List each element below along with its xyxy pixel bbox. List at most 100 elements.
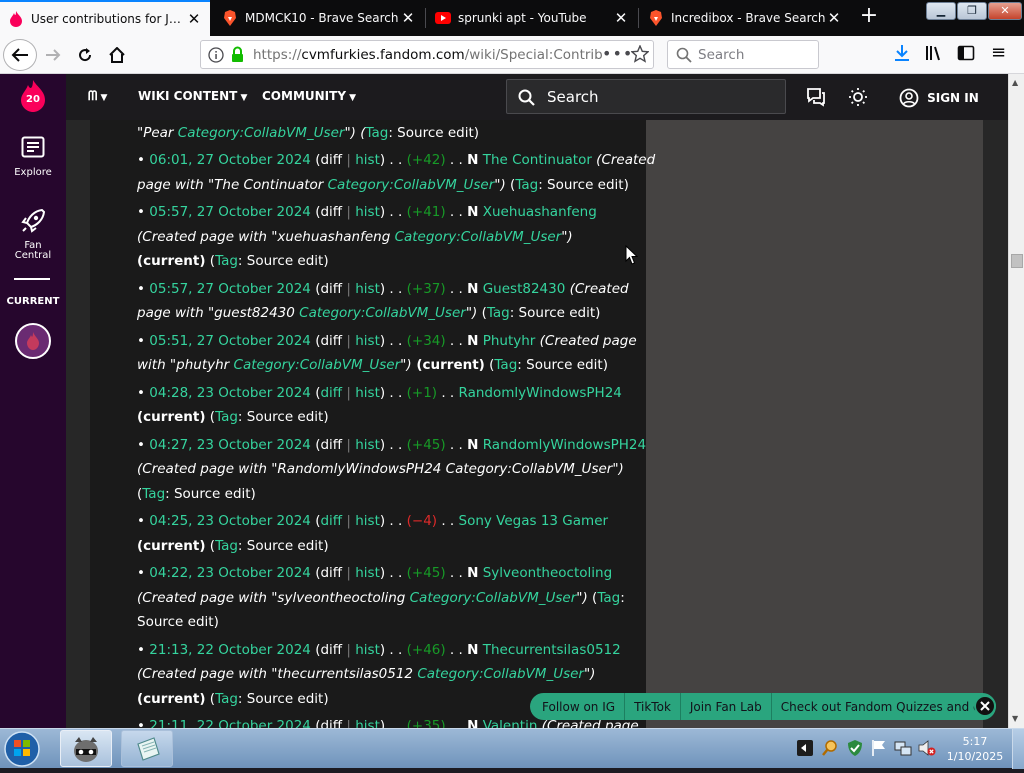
category-link[interactable]: Category:CollabVM_User <box>395 229 562 245</box>
link[interactable]: hist <box>355 437 380 453</box>
link[interactable]: Sylveontheoctoling <box>478 565 612 581</box>
link[interactable]: hist <box>355 204 380 220</box>
link[interactable]: RandomlyWindowsPH24 <box>459 385 622 401</box>
link[interactable]: Tag <box>515 177 538 193</box>
tray-clock[interactable]: 5:17 1/10/2025 <box>945 734 1005 764</box>
category-link[interactable]: Category:CollabVM_User <box>299 305 466 321</box>
close-window-button[interactable]: ✕ <box>988 2 1022 20</box>
link[interactable]: Tag <box>215 409 238 425</box>
link[interactable]: RandomlyWindowsPH24 <box>478 437 646 453</box>
join-fan-lab-link[interactable]: Join Fan Lab <box>681 693 772 720</box>
tray-security-icon[interactable] <box>846 739 864 761</box>
link[interactable]: 05:57, 27 October 2024 <box>149 204 311 220</box>
home-button[interactable] <box>102 41 132 69</box>
browser-search-box[interactable]: Search <box>667 40 819 69</box>
link[interactable]: hist <box>355 513 380 529</box>
link[interactable]: 05:57, 27 October 2024 <box>149 281 311 297</box>
close-tab-icon[interactable]: ✕ <box>826 10 842 26</box>
close-tab-icon[interactable]: ✕ <box>400 10 416 26</box>
scroll-up-arrow-icon[interactable]: ▲ <box>1012 78 1018 87</box>
link[interactable]: Thecurrentsilas0512 <box>478 642 621 658</box>
link[interactable]: Tag <box>215 691 238 707</box>
library-icon[interactable] <box>925 44 943 66</box>
taskbar-notepad-app[interactable] <box>121 730 173 767</box>
fandom-search-box[interactable]: Search <box>506 79 786 114</box>
follow-ig-link[interactable]: Follow on IG <box>530 693 626 720</box>
link[interactable]: hist <box>355 333 380 349</box>
category-link[interactable]: Category:CollabVM_User <box>417 666 584 682</box>
link[interactable]: Tag <box>487 305 510 321</box>
scroll-down-arrow-icon[interactable]: ▼ <box>1012 714 1018 723</box>
bookmark-star-icon[interactable] <box>630 44 650 67</box>
link[interactable]: 05:51, 27 October 2024 <box>149 333 311 349</box>
community-menu[interactable]: COMMUNITY ▼ <box>262 89 356 103</box>
fan-central-button[interactable]: Fan Central <box>0 208 66 261</box>
taskbar-firefox-app[interactable] <box>60 730 112 767</box>
link[interactable]: Tag <box>597 590 620 606</box>
tray-volume-muted-icon[interactable] <box>918 739 936 761</box>
quizzes-link[interactable]: Check out Fandom Quizzes and cha <box>772 693 996 720</box>
back-button[interactable] <box>3 39 37 71</box>
tray-search-icon[interactable] <box>821 739 839 761</box>
tab-mdmck10[interactable]: MDMCK10 - Brave Search ✕ <box>214 0 424 36</box>
page-scrollbar[interactable]: ▲ ▼ <box>1008 74 1024 728</box>
start-button[interactable] <box>2 729 46 769</box>
link[interactable]: hist <box>355 385 380 401</box>
category-link[interactable]: Category:CollabVM_User <box>234 357 401 373</box>
link[interactable]: Tag <box>365 125 388 141</box>
discussions-icon[interactable] <box>806 87 826 111</box>
link[interactable]: 06:01, 27 October 2024 <box>149 152 311 168</box>
link[interactable]: Tag <box>215 538 238 554</box>
link[interactable]: Guest82430 <box>478 281 566 297</box>
show-desktop-button[interactable] <box>1012 729 1024 769</box>
tray-action-center-icon[interactable] <box>797 740 813 756</box>
info-icon[interactable] <box>208 47 224 67</box>
sign-in-button[interactable]: SIGN IN <box>899 87 979 108</box>
minimize-button[interactable]: ▁ <box>926 2 956 20</box>
explore-button[interactable]: Explore <box>0 136 66 178</box>
page-actions-icon[interactable]: ••• <box>602 44 633 63</box>
close-tab-icon[interactable]: ✕ <box>613 10 629 26</box>
reload-button[interactable] <box>70 41 100 69</box>
link[interactable]: The Continuator <box>478 152 592 168</box>
link[interactable]: hist <box>355 565 380 581</box>
tray-network-icon[interactable] <box>894 739 912 761</box>
url-text[interactable]: https://cvmfurkies.fandom.com/wiki/Speci… <box>253 47 603 63</box>
category-link[interactable]: Category:CollabVM_User <box>410 590 577 606</box>
link[interactable]: diff <box>320 513 342 529</box>
theme-toggle-sun-icon[interactable] <box>848 87 868 111</box>
link[interactable]: Xuehuashanfeng <box>478 204 597 220</box>
new-tab-button[interactable]: + <box>858 5 880 28</box>
url-bar[interactable]: https://cvmfurkies.fandom.com/wiki/Speci… <box>200 40 654 69</box>
link[interactable]: Tag <box>494 357 517 373</box>
link[interactable]: Tag <box>142 486 165 502</box>
category-link[interactable]: Category:CollabVM_User <box>328 177 495 193</box>
link[interactable]: 04:27, 23 October 2024 <box>149 437 311 453</box>
scrollbar-thumb[interactable] <box>1011 254 1023 268</box>
category-link[interactable]: Category:CollabVM_User <box>178 125 345 141</box>
forward-button[interactable] <box>38 41 68 69</box>
tray-flag-icon[interactable] <box>871 739 887 761</box>
link[interactable]: Phutyhr <box>478 333 536 349</box>
link[interactable]: Sony Vegas 13 Gamer <box>459 513 609 529</box>
downloads-icon[interactable] <box>893 44 911 66</box>
close-promo-bar-button[interactable] <box>974 695 996 717</box>
link[interactable]: 04:22, 23 October 2024 <box>149 565 311 581</box>
wiki-content-menu[interactable]: WIKI CONTENT ▼ <box>138 89 247 103</box>
link[interactable]: hist <box>355 281 380 297</box>
link[interactable]: 04:28, 23 October 2024 <box>149 385 311 401</box>
tab-user-contributions[interactable]: User contributions for Joncie ✕ <box>0 0 210 36</box>
sidebar-toggle-icon[interactable] <box>957 44 975 66</box>
wiki-logo-menu[interactable]: ᗰ ▼ <box>88 89 107 104</box>
link[interactable]: 04:25, 23 October 2024 <box>149 513 311 529</box>
link[interactable]: 21:13, 22 October 2024 <box>149 642 311 658</box>
link[interactable]: hist <box>355 642 380 658</box>
link[interactable]: Tag <box>215 253 238 269</box>
tab-incredibox[interactable]: Incredibox - Brave Search ✕ <box>640 0 850 36</box>
tab-sprunki-youtube[interactable]: sprunki apt - YouTube ✕ <box>427 0 637 36</box>
fandom-logo-icon[interactable]: 20 <box>19 80 47 112</box>
menu-hamburger-icon[interactable]: ≡ <box>991 44 1006 62</box>
lock-icon[interactable] <box>231 46 244 67</box>
link[interactable]: hist <box>355 152 380 168</box>
close-tab-icon[interactable]: ✕ <box>186 11 202 27</box>
